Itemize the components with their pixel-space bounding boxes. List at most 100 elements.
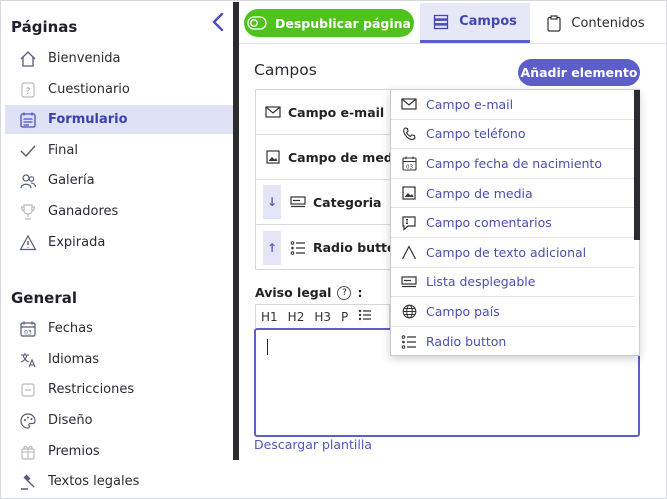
toolbar-list-button[interactable] (353, 309, 377, 324)
image-icon (400, 186, 418, 200)
select-icon (400, 276, 418, 288)
restriction-icon (18, 380, 38, 400)
people-icon (18, 171, 38, 191)
unpublish-icon (247, 16, 267, 30)
comment-icon (400, 215, 418, 231)
menu-item-extra-text[interactable]: Campo de texto adicional (391, 238, 635, 268)
sidebar-item-label: Bienvenida (48, 51, 121, 66)
menu-item-label: Campo teléfono (426, 126, 526, 142)
sidebar-item-ganadores[interactable]: Ganadores (5, 197, 233, 226)
palette-icon (18, 411, 38, 431)
dropdown-scrollbar[interactable] (634, 90, 640, 240)
select-icon (289, 196, 307, 208)
bullet-list-icon (359, 309, 372, 321)
menu-item-country[interactable]: Campo país (391, 297, 635, 327)
page-title: Campos (254, 61, 317, 79)
unpublish-button[interactable]: Despublicar página (244, 9, 414, 37)
svg-text:03: 03 (406, 164, 413, 170)
help-icon[interactable]: ? (337, 285, 352, 300)
menu-item-radio[interactable]: Radio button (391, 327, 635, 357)
menu-item-label: Campo e-mail (426, 96, 514, 112)
warning-icon (18, 233, 38, 253)
menu-item-label: Radio button (426, 334, 507, 350)
svg-text:?: ? (26, 87, 31, 97)
sidebar-item-cuestionario[interactable]: ? Cuestionario (5, 75, 233, 104)
menu-item-media[interactable]: Campo de media (391, 179, 635, 209)
app-frame: Páginas Bienvenida ? Cuestionario Formul… (0, 0, 667, 499)
section-title-pages: Páginas (11, 18, 78, 36)
sidebar-item-label: Diseño (48, 413, 93, 428)
add-element-button[interactable]: Añadir elemento (518, 59, 640, 86)
download-template-link[interactable]: Descargar plantilla (254, 437, 372, 452)
sidebar-item-label: Ganadores (48, 204, 119, 219)
sidebar-item-label: Premios (48, 444, 100, 459)
collapse-sidebar-button[interactable] (208, 12, 228, 36)
question-icon: ? (18, 80, 38, 100)
toolbar-p-button[interactable]: P (336, 310, 353, 324)
tab-campos[interactable]: Campos (420, 3, 530, 43)
legal-label-text: Aviso legal (255, 285, 332, 300)
sidebar-item-diseno[interactable]: Diseño (5, 406, 233, 435)
calendar-icon: 03 (400, 156, 418, 171)
field-label: Categoria (313, 194, 382, 210)
sidebar-item-label: Expirada (48, 235, 106, 250)
sidebar-item-premios[interactable]: Premios (5, 437, 233, 466)
legal-label-colon: : (357, 285, 363, 300)
chevron-left-icon (212, 12, 224, 32)
menu-item-label: Campo de texto adicional (426, 244, 587, 260)
toolbar-h3-button[interactable]: H3 (309, 310, 336, 324)
tab-label: Campos (459, 14, 517, 29)
trophy-icon (18, 202, 38, 222)
prize-icon (18, 442, 38, 462)
move-up-button[interactable]: ↑ (263, 230, 281, 265)
tab-contenidos[interactable]: Contenidos (530, 3, 662, 43)
list-icon (289, 240, 307, 255)
sidebar-item-final[interactable]: Final (5, 136, 233, 165)
sidebar: Páginas Bienvenida ? Cuestionario Formul… (2, 2, 233, 498)
top-bar: Despublicar página Campos Contenidos (239, 2, 666, 44)
sidebar-item-restricciones[interactable]: Restricciones (5, 375, 233, 404)
field-label: Campo e-mail (288, 104, 385, 120)
menu-item-email[interactable]: Campo e-mail (391, 90, 635, 120)
sidebar-item-bienvenida[interactable]: Bienvenida (5, 44, 233, 73)
toolbar-h2-button[interactable]: H2 (283, 310, 310, 324)
gavel-icon (18, 472, 38, 492)
sidebar-item-label: Fechas (48, 321, 93, 336)
menu-item-phone[interactable]: Campo teléfono (391, 120, 635, 150)
sidebar-item-fechas[interactable]: 03 Fechas (5, 314, 233, 343)
sidebar-item-label: Final (48, 143, 78, 158)
text-caret (267, 339, 268, 355)
menu-item-birthdate[interactable]: 03 Campo fecha de nacimiento (391, 149, 635, 179)
move-down-button[interactable]: ↓ (263, 185, 281, 219)
clipboard-icon (547, 14, 561, 32)
editor-toolbar: H1 H2 H3 P (255, 304, 390, 328)
tab-label: Contenidos (571, 15, 645, 31)
sidebar-item-expirada[interactable]: Expirada (5, 228, 233, 257)
menu-item-label: Campo de media (426, 185, 533, 201)
text-icon (400, 244, 418, 260)
menu-item-label: Campo país (426, 303, 500, 319)
sidebar-item-formulario[interactable]: Formulario (5, 105, 233, 134)
unpublish-label: Despublicar página (275, 15, 411, 31)
add-element-dropdown: Campo e-mail Campo teléfono 03 Campo fec… (390, 89, 640, 356)
menu-item-label: Campo fecha de nacimiento (426, 155, 602, 171)
phone-icon (400, 127, 418, 141)
field-label: Campo de media (288, 149, 406, 165)
toolbar-h1-button[interactable]: H1 (256, 310, 283, 324)
sidebar-item-idiomas[interactable]: Idiomas (5, 345, 233, 374)
sidebar-item-textos-legales[interactable]: Textos legales (5, 467, 233, 496)
legal-notice-label: Aviso legal ? : (255, 285, 362, 300)
menu-item-comments[interactable]: Campo comentarios (391, 208, 635, 238)
svg-text:03: 03 (24, 329, 32, 336)
database-icon (433, 14, 449, 29)
section-title-general: General (11, 289, 77, 307)
image-icon (264, 150, 282, 164)
menu-item-label: Campo comentarios (426, 215, 552, 231)
menu-item-dropdown-list[interactable]: Lista desplegable (391, 268, 635, 298)
mail-icon (400, 98, 418, 110)
sidebar-item-label: Galería (48, 173, 95, 188)
check-icon (18, 141, 38, 161)
mail-icon (264, 106, 282, 118)
sidebar-item-label: Cuestionario (48, 82, 130, 97)
sidebar-item-galeria[interactable]: Galería (5, 166, 233, 195)
